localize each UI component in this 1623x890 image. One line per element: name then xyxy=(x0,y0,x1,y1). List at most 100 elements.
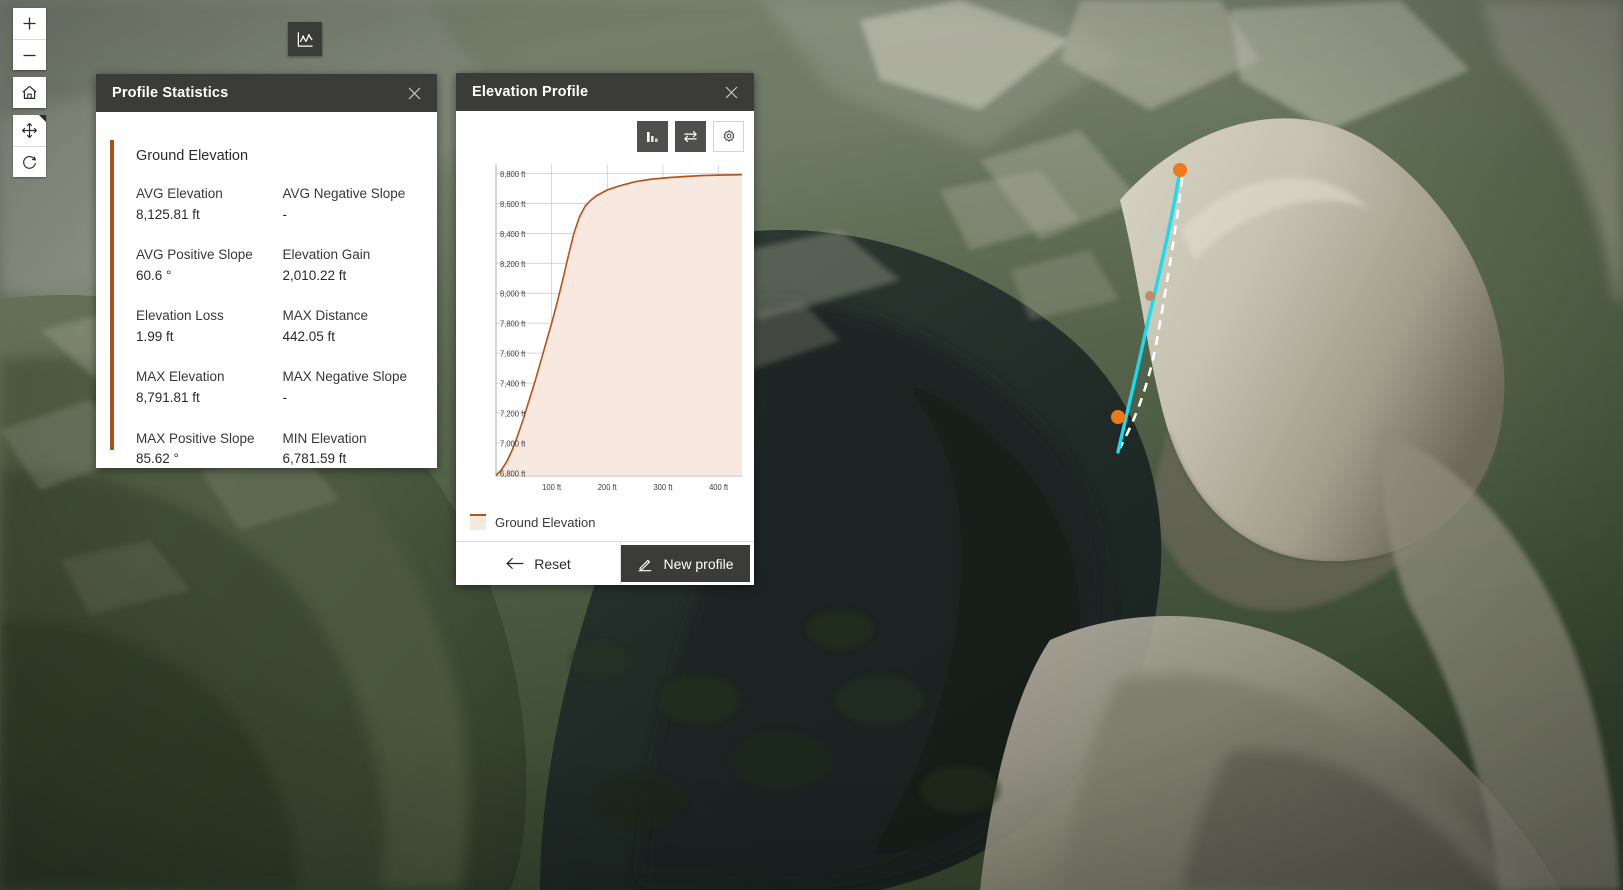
elevation-profile-footer: Reset New profile xyxy=(456,541,754,585)
stat-item: MAX Distance 442.05 ft xyxy=(283,306,420,347)
y-axis-tick-label: 8,000 ft xyxy=(500,289,526,298)
compass-button[interactable] xyxy=(13,146,46,177)
stat-value: 8,791.81 ft xyxy=(136,390,200,406)
profile-statistics-panel: Profile Statistics Ground Elevation AVG … xyxy=(96,74,437,468)
y-axis-tick-label: 8,600 ft xyxy=(500,200,526,209)
stat-label: MAX Negative Slope xyxy=(282,369,408,385)
stat-label: Elevation Loss xyxy=(136,308,224,324)
navigation-controls xyxy=(13,115,46,177)
chart-settings-button[interactable] xyxy=(713,121,744,152)
close-icon xyxy=(725,86,737,98)
pencil-icon xyxy=(638,559,652,571)
close-icon xyxy=(408,87,420,99)
x-axis-tick-label: 200 ft xyxy=(598,483,618,492)
home-control xyxy=(13,77,46,108)
profile-statistics-header: Profile Statistics xyxy=(96,74,437,112)
zoom-controls xyxy=(13,8,46,70)
legend-swatch-ground-elevation xyxy=(470,514,486,530)
stat-label: MAX Elevation xyxy=(136,369,225,385)
stat-label: AVG Elevation xyxy=(136,186,223,201)
stat-value: - xyxy=(282,390,288,406)
pan-icon xyxy=(22,123,37,138)
ground-elevation-stats-card: Ground Elevation AVG Elevation 8,125.81 … xyxy=(110,140,419,466)
pan-button[interactable] xyxy=(13,115,46,146)
profile-statistics-close-button[interactable] xyxy=(401,80,427,106)
elevation-profile-body: 6,800 ft 7,000 ft 7,200 ft 7,400 ft 7,600 ft… xyxy=(456,111,754,585)
reset-button[interactable]: Reset xyxy=(456,542,621,585)
zoom-out-button[interactable] xyxy=(13,39,46,70)
stat-value: 442.05 ft xyxy=(282,328,336,344)
stat-item: MAX Negative Slope - xyxy=(283,367,420,408)
panel-resize-handle[interactable] xyxy=(425,456,437,468)
chart-toolbar xyxy=(456,111,754,158)
elevation-profile-header: Elevation Profile xyxy=(456,73,754,111)
y-axis-tick-label: 8,400 ft xyxy=(500,230,526,239)
stat-item: AVG Elevation 8,125.81 ft xyxy=(136,184,273,225)
compass-icon xyxy=(23,155,36,169)
home-button[interactable] xyxy=(13,77,46,108)
new-profile-label: New profile xyxy=(663,555,734,572)
stat-value: 6,781.59 ft xyxy=(282,451,347,467)
y-axis-tick-label: 7,200 ft xyxy=(500,409,526,418)
stat-item: MAX Elevation 8,791.81 ft xyxy=(136,367,273,408)
stat-item: AVG Negative Slope - xyxy=(283,184,420,225)
stat-label: AVG Positive Slope xyxy=(136,247,253,263)
stat-value: 2,010.22 ft xyxy=(282,267,347,283)
elevation-profile-tool-button[interactable] xyxy=(288,22,322,56)
select-chart-icon xyxy=(646,131,658,142)
pan-menu-corner-icon[interactable] xyxy=(39,115,46,122)
stat-item: Elevation Loss 1.99 ft xyxy=(136,306,273,347)
stat-label: MAX Distance xyxy=(282,308,369,324)
home-icon xyxy=(22,85,37,99)
stat-item: MAX Positive Slope 85.62 ° xyxy=(136,429,273,468)
stat-label: MIN Elevation xyxy=(282,430,367,446)
profile-statistics-title: Profile Statistics xyxy=(112,85,229,101)
y-axis-tick-label: 7,400 ft xyxy=(500,379,526,388)
stat-item: AVG Positive Slope 60.6 ° xyxy=(136,245,273,286)
y-axis-tick-label: 8,200 ft xyxy=(500,259,526,268)
arrow-left-icon xyxy=(506,558,524,569)
stat-value: 85.62 ° xyxy=(136,451,179,467)
stat-value: - xyxy=(282,206,288,222)
profile-statistics-body: Ground Elevation AVG Elevation 8,125.81 … xyxy=(96,112,437,468)
app-root: Profile Statistics Ground Elevation AVG … xyxy=(0,0,1623,890)
swap-units-button[interactable] xyxy=(675,121,706,152)
stat-value: 60.6 ° xyxy=(136,267,172,283)
y-axis-tick-label: 7,000 ft xyxy=(500,439,526,448)
stat-label: MAX Positive Slope xyxy=(136,430,255,446)
stat-label: Elevation Gain xyxy=(282,247,371,263)
x-axis-tick-label: 100 ft xyxy=(542,483,562,492)
elevation-profile-panel: Elevation Profile 6,800 ft 7,000 ft 7,20… xyxy=(456,73,754,585)
legend-label: Ground Elevation xyxy=(495,514,596,530)
elevation-profile-close-button[interactable] xyxy=(718,79,744,105)
elevation-chart[interactable]: 6,800 ft 7,000 ft 7,200 ft 7,400 ft 7,600 ft… xyxy=(456,158,754,504)
stat-item: Elevation Gain 2,010.22 ft xyxy=(283,245,420,286)
stats-card-title: Ground Elevation xyxy=(136,148,249,164)
profile-vertex-mid xyxy=(1145,291,1155,301)
stat-value: 8,125.81 ft xyxy=(136,206,200,222)
x-axis-tick-label: 400 ft xyxy=(709,483,729,492)
stat-value: 1.99 ft xyxy=(136,328,174,344)
y-axis-tick-label: 7,800 ft xyxy=(500,319,526,328)
zoom-out-icon xyxy=(23,54,36,56)
elevation-profile-title: Elevation Profile xyxy=(472,84,589,100)
new-profile-button[interactable]: New profile xyxy=(621,545,750,582)
y-axis-tick-label: 7,600 ft xyxy=(500,349,526,358)
chart-statistics-button[interactable] xyxy=(637,121,668,152)
profile-vertex-end xyxy=(1111,410,1125,424)
y-axis-tick-label: 8,800 ft xyxy=(500,170,526,179)
reset-label: Reset xyxy=(534,555,571,572)
swap-axes-icon xyxy=(684,130,697,143)
x-axis-tick-label: 300 ft xyxy=(653,483,673,492)
map-controls xyxy=(13,8,46,184)
zoom-in-icon xyxy=(23,17,36,30)
statistics-grid: AVG Elevation 8,125.81 ft AVG Negative S… xyxy=(136,184,419,468)
stat-item: MIN Elevation 6,781.59 ft xyxy=(283,429,420,468)
chart-legend: Ground Elevation xyxy=(456,504,754,541)
stat-label: AVG Negative Slope xyxy=(282,186,406,201)
zoom-in-button[interactable] xyxy=(13,8,46,39)
gear-icon xyxy=(723,129,734,142)
y-axis-tick-label: 6,800 ft xyxy=(500,469,526,478)
elevation-profile-icon xyxy=(297,31,313,47)
profile-vertex-start xyxy=(1173,163,1187,177)
